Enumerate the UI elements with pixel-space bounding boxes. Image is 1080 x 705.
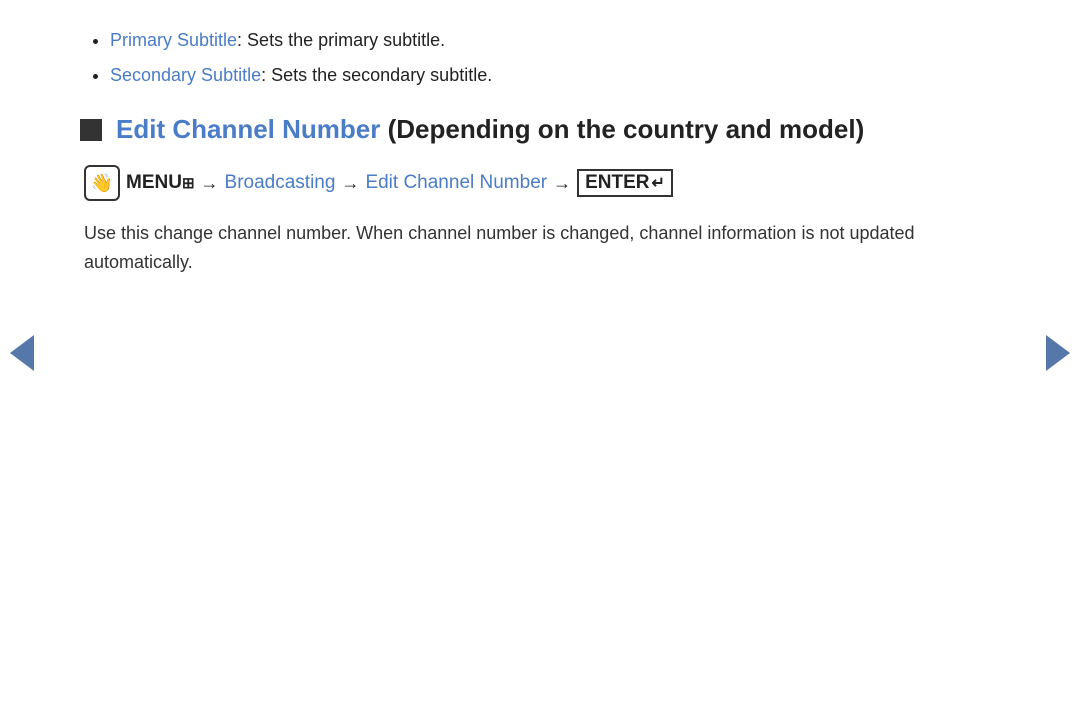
enter-symbol: ↵ xyxy=(652,173,665,193)
menu-path: 👋 MENU⊞ → Broadcasting → Edit Channel Nu… xyxy=(80,165,1000,201)
list-item-secondary-subtitle: Secondary Subtitle: Sets the secondary s… xyxy=(110,65,1000,86)
nav-prev-button[interactable] xyxy=(10,335,34,371)
enter-button: ENTER↵ xyxy=(577,169,673,197)
arrow-2: → xyxy=(341,173,359,194)
primary-subtitle-link[interactable]: Primary Subtitle xyxy=(110,30,237,50)
section-square-icon xyxy=(80,119,102,141)
breadcrumb-edit-channel-number[interactable]: Edit Channel Number xyxy=(365,172,547,194)
list-item-primary-subtitle: Primary Subtitle: Sets the primary subti… xyxy=(110,30,1000,51)
arrow-1: → xyxy=(201,173,219,194)
section-title-black: (Depending on the country and model) xyxy=(380,114,864,144)
menu-icon: 👋 xyxy=(84,165,120,201)
section-title-blue: Edit Channel Number xyxy=(116,114,380,144)
breadcrumb-broadcasting[interactable]: Broadcasting xyxy=(225,172,336,194)
main-content: Primary Subtitle: Sets the primary subti… xyxy=(0,0,1080,307)
menu-label: MENU⊞ xyxy=(126,172,195,194)
arrow-3: → xyxy=(553,173,571,194)
bullet-list: Primary Subtitle: Sets the primary subti… xyxy=(80,30,1000,86)
secondary-subtitle-text: : Sets the secondary subtitle. xyxy=(261,65,492,85)
primary-subtitle-text: : Sets the primary subtitle. xyxy=(237,30,445,50)
description-text: Use this change channel number. When cha… xyxy=(80,219,980,277)
nav-next-button[interactable] xyxy=(1046,335,1070,371)
enter-label: ENTER xyxy=(585,172,649,194)
section-header: Edit Channel Number (Depending on the co… xyxy=(80,114,1000,145)
secondary-subtitle-link[interactable]: Secondary Subtitle xyxy=(110,65,261,85)
section-title: Edit Channel Number (Depending on the co… xyxy=(116,114,864,145)
